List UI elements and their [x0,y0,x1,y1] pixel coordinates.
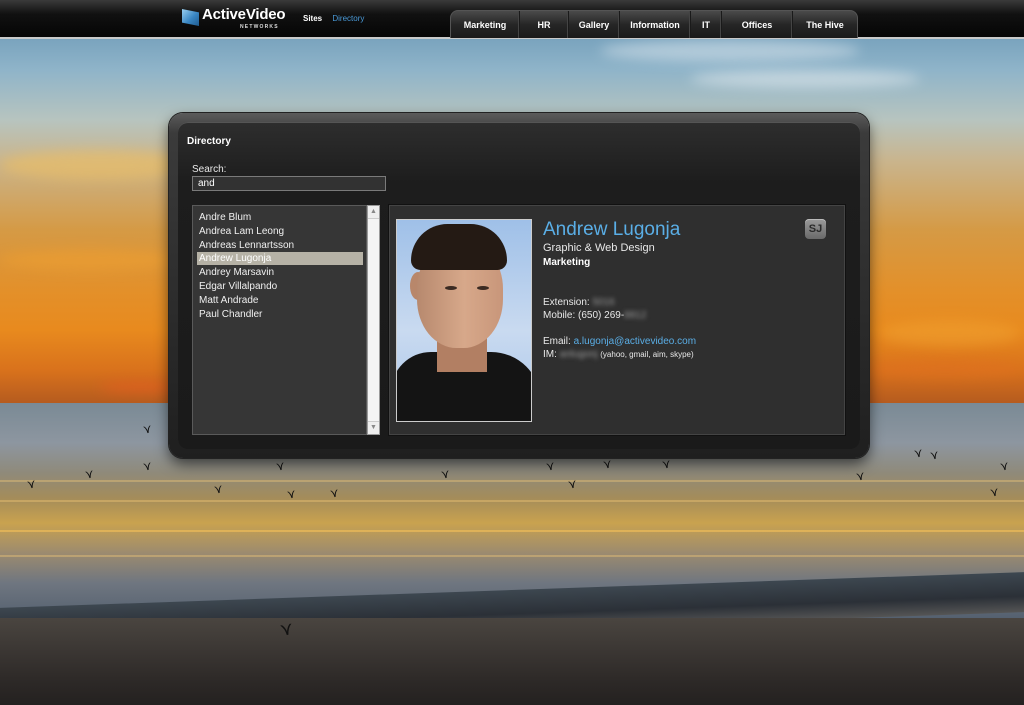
logo-subtext: NETWORKS [240,24,279,30]
nav-item-offices[interactable]: Offices [722,11,793,38]
mobile-row: Mobile: (650) 269-8812 [543,310,646,321]
bird-icon: ⋎ [25,476,37,492]
bird-icon: ⋎ [83,466,95,482]
profile-card: Andrew Lugonja Graphic & Web Design Mark… [388,204,846,436]
mobile-value: (650) 269- [578,310,625,321]
list-item[interactable]: Andrey Marsavin [197,266,363,279]
top-bar: ActiveVideo NETWORKS Sites Directory Mar… [0,0,1024,39]
bird-icon: ⋎ [988,484,1000,500]
email-row: Email: a.lugonja@activevideo.com [543,336,696,347]
initials-badge-icon[interactable]: SJ [805,219,826,239]
list-item[interactable]: Andreas Lennartsson [197,239,363,252]
im-services: (yahoo, gmail, aim, skype) [600,350,694,359]
water-reflection [0,555,1024,557]
bird-icon: ⋎ [854,468,866,484]
nav-item-it[interactable]: IT [691,11,722,38]
breadcrumb-sites[interactable]: Sites [303,14,322,23]
extension-value: 5016 [592,297,615,308]
nav-item-hr[interactable]: HR [520,11,569,38]
panel-title: Directory [187,136,231,147]
profile-department: Marketing [543,257,591,268]
bird-icon: ⋎ [141,421,153,437]
list-item[interactable]: Andre Blum [197,211,363,224]
company-logo[interactable]: ActiveVideo NETWORKS [182,6,286,30]
im-value: anlugonj [559,349,598,360]
cloud [600,40,860,62]
list-item[interactable]: Andrea Lam Leong [197,225,363,238]
email-label: Email: [543,336,571,347]
directory-panel: Directory Search: Andre Blum Andrea Lam … [169,113,869,458]
photo-eye [477,286,489,290]
photo-eye [445,286,457,290]
mobile-label: Mobile: [543,310,576,321]
logo-mark-icon [182,9,199,26]
mobile-hidden-digits: 8812 [624,310,647,321]
bird-icon: ⋎ [328,485,340,501]
bird-icon: ⋎ [912,445,924,461]
water-reflection [0,480,1024,482]
profile-title: Graphic & Web Design [543,242,655,254]
bird-icon: ⋎ [212,481,224,497]
extension-row: Extension: 5016 [543,297,615,308]
bird-icon: ⋎ [285,486,297,502]
list-item-selected[interactable]: Andrew Lugonja [197,252,363,265]
results-scrollbar[interactable]: ▲ ▼ [367,205,380,435]
profile-photo [396,219,532,422]
bird-icon: ⋎ [998,458,1010,474]
scroll-down-icon[interactable]: ▼ [368,421,379,434]
cloud [690,70,920,88]
search-input[interactable] [192,176,386,191]
logo-text: ActiveVideo [202,6,286,23]
cloud [100,382,180,392]
results-list: Andre Blum Andrea Lam Leong Andreas Lenn… [192,205,367,435]
bird-icon: ⋎ [278,618,295,640]
bird-icon: ⋎ [928,447,940,463]
main-nav: Marketing HR Gallery Information IT Offi… [450,10,858,38]
bird-icon: ⋎ [544,458,556,474]
search-label: Search: [192,164,227,175]
cloud [870,360,1020,378]
bird-icon: ⋎ [660,456,672,472]
bird-icon: ⋎ [601,456,613,472]
water-reflection [0,530,1024,532]
bird-icon: ⋎ [566,476,578,492]
beach-sand [0,618,1024,705]
nav-item-gallery[interactable]: Gallery [569,11,620,38]
photo-hair [411,224,507,270]
list-item[interactable]: Matt Andrade [197,294,363,307]
nav-item-marketing[interactable]: Marketing [451,11,520,38]
extension-label: Extension: [543,297,590,308]
bird-icon: ⋎ [439,466,451,482]
im-row: IM: anlugonj (yahoo, gmail, aim, skype) [543,349,694,360]
profile-name: Andrew Lugonja [543,219,681,240]
email-link[interactable]: a.lugonja@activevideo.com [574,336,696,347]
list-item[interactable]: Edgar Villalpando [197,280,363,293]
cloud [0,250,180,270]
nav-item-information[interactable]: Information [620,11,691,38]
water-reflection [0,500,1024,502]
list-item[interactable]: Paul Chandler [197,308,363,321]
cloud [880,320,1020,346]
nav-item-the-hive[interactable]: The Hive [793,11,857,38]
bird-icon: ⋎ [141,458,153,474]
im-label: IM: [543,349,557,360]
scroll-up-icon[interactable]: ▲ [368,206,379,219]
breadcrumb: Sites Directory [303,14,364,23]
breadcrumb-directory[interactable]: Directory [332,14,364,23]
bird-icon: ⋎ [274,458,286,474]
